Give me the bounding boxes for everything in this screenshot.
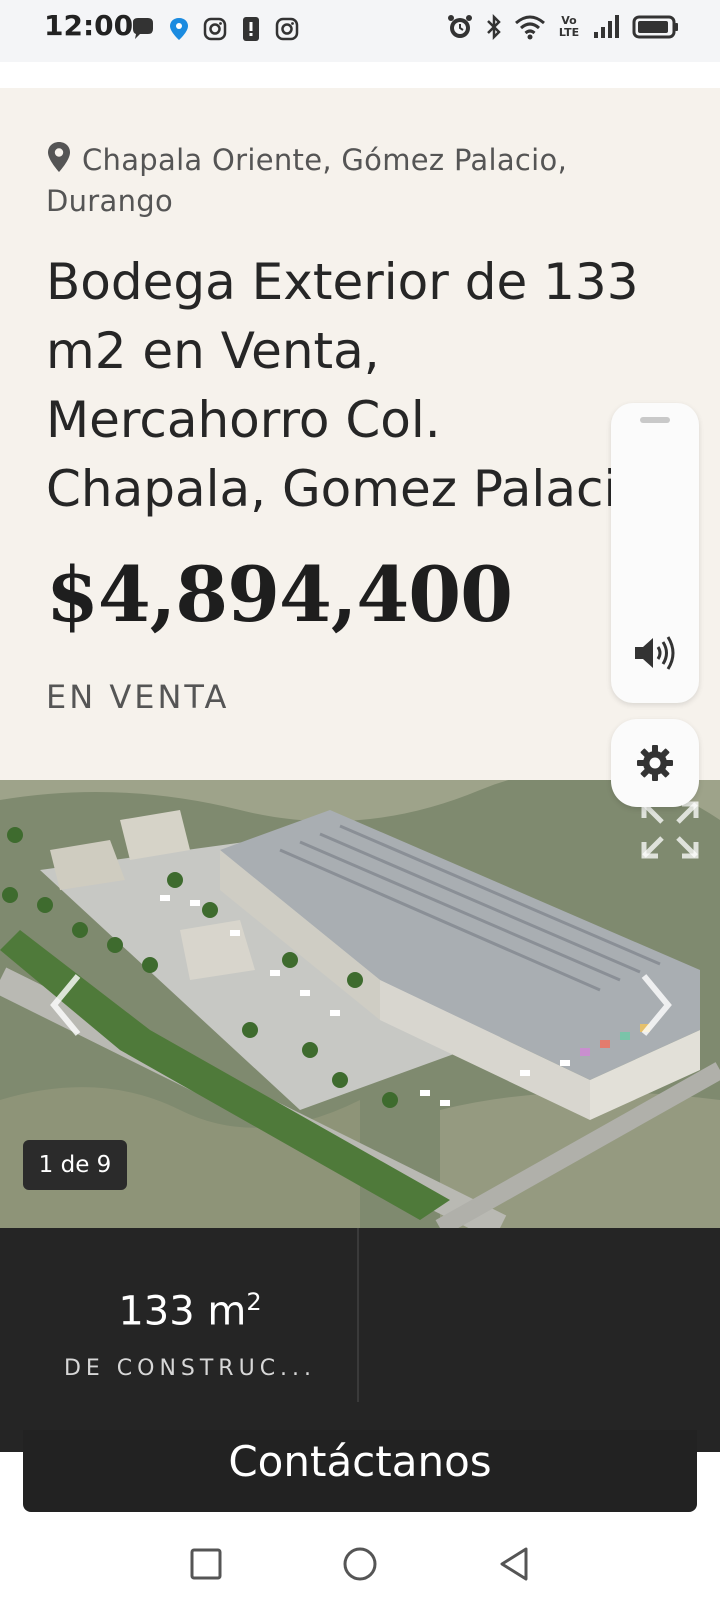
status-bar: 12:00 Vo LTE xyxy=(0,0,720,62)
recent-apps-icon[interactable] xyxy=(186,1544,226,1584)
top-spacer xyxy=(0,62,720,88)
instagram-icon xyxy=(275,17,299,41)
status-time: 12:00 xyxy=(44,9,134,42)
gear-icon[interactable] xyxy=(635,743,675,783)
listing-title: Bodega Exterior de 133 m2 en Venta, Merc… xyxy=(46,253,648,518)
contact-button[interactable]: Contáctanos xyxy=(23,1430,697,1512)
construction-area-value: 133 m2 xyxy=(0,1288,380,1334)
map-pin-icon xyxy=(48,142,70,172)
gallery-counter: 1 de 9 xyxy=(23,1140,127,1190)
bluetooth-icon xyxy=(487,13,501,41)
area-unit-sup: 2 xyxy=(246,1288,262,1316)
battery-icon xyxy=(632,15,678,39)
volume-icon[interactable] xyxy=(631,633,679,673)
gallery-prev-arrow-icon[interactable] xyxy=(46,970,86,1040)
chat-icon xyxy=(133,18,153,39)
fullscreen-expand-icon[interactable] xyxy=(640,800,700,860)
property-stats: 133 m2 DE CONSTRUC... xyxy=(0,1228,720,1452)
listing-location: Chapala Oriente, Gómez Palacio, Durango xyxy=(46,140,646,222)
construction-area-label: DE CONSTRUC... xyxy=(63,1356,317,1381)
signal-icon xyxy=(594,15,619,38)
location-drop-icon xyxy=(170,18,188,40)
wifi-icon xyxy=(515,15,545,40)
notification-icons xyxy=(130,14,300,44)
gallery-next-arrow-icon[interactable] xyxy=(636,970,676,1040)
instagram-icon xyxy=(203,17,227,41)
alert-icon xyxy=(243,17,259,41)
volte-icon: Vo LTE xyxy=(558,14,580,39)
settings-bubble[interactable] xyxy=(611,719,699,807)
alarm-icon xyxy=(448,15,472,38)
android-nav-bar xyxy=(0,1520,720,1612)
listing-status: EN VENTA xyxy=(46,678,230,716)
back-icon[interactable] xyxy=(494,1544,534,1584)
accessibility-panel[interactable] xyxy=(611,403,699,703)
area-number: 133 m xyxy=(118,1288,247,1335)
location-text: Chapala Oriente, Gómez Palacio, Durango xyxy=(46,143,568,218)
drag-handle[interactable] xyxy=(640,417,670,423)
home-icon[interactable] xyxy=(340,1544,380,1584)
system-icons: Vo LTE xyxy=(446,12,680,42)
listing-price: $4,894,400 xyxy=(46,550,513,639)
